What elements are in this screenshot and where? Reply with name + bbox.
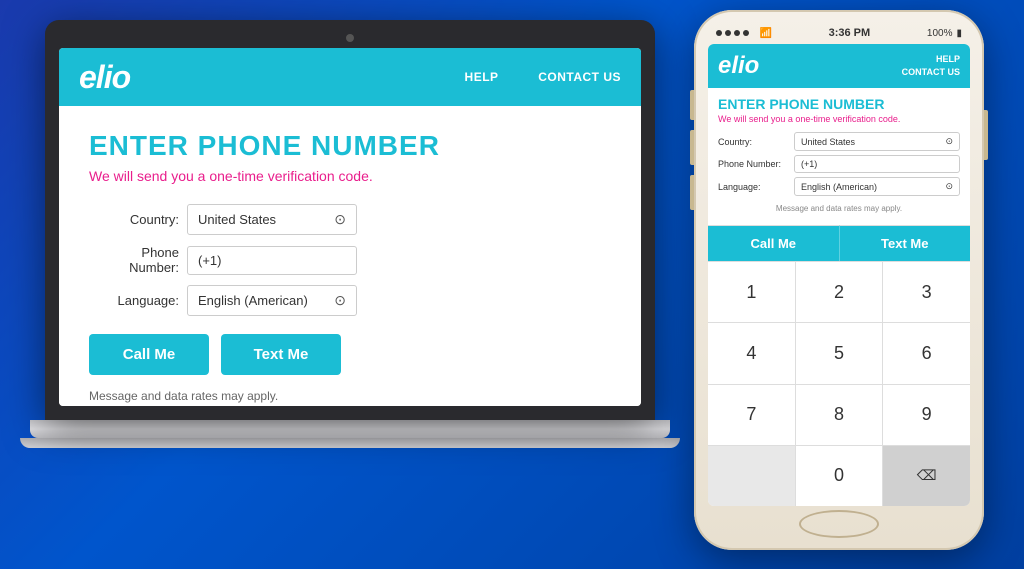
phone-heading: ENTER PHONE NUMBER: [718, 96, 960, 112]
laptop-help-link[interactable]: HELP: [465, 70, 499, 84]
keypad-delete[interactable]: ⌫: [883, 445, 970, 506]
phone-time: 3:36 PM: [829, 27, 871, 39]
keypad-empty: [708, 445, 796, 506]
phone-body: 📶 3:36 PM 100% ▮ elio HELP CONTACT US EN…: [694, 10, 984, 550]
laptop-body: elio HELP CONTACT US ENTER PHONE NUMBER …: [45, 20, 655, 420]
keypad-0[interactable]: 0: [796, 445, 884, 506]
keypad-row-3: 7 8 9: [708, 384, 970, 445]
phone-language-label: Language:: [718, 182, 790, 192]
phone-country-row: Country: United States ⊙: [718, 132, 960, 151]
phone-help-link[interactable]: HELP: [902, 53, 960, 66]
laptop-button-row: Call Me Text Me: [89, 334, 611, 375]
phone-navbar: elio HELP CONTACT US: [708, 44, 970, 88]
phone-side-btn-vol-down: [690, 175, 694, 210]
phone-contact-link[interactable]: CONTACT US: [902, 66, 960, 79]
laptop-language-input[interactable]: English (American): [187, 285, 357, 316]
phone-language-row: Language: English (American) ⊙: [718, 177, 960, 196]
phone: 📶 3:36 PM 100% ▮ elio HELP CONTACT US EN…: [694, 10, 984, 550]
keypad-5[interactable]: 5: [796, 322, 884, 383]
laptop-country-row: Country: United States: [89, 204, 611, 235]
phone-nav-links: HELP CONTACT US: [902, 53, 960, 78]
laptop-phone-input[interactable]: (+1): [187, 246, 357, 275]
phone-screen: elio HELP CONTACT US ENTER PHONE NUMBER …: [708, 44, 970, 506]
phone-side-btn-right: [984, 110, 988, 160]
keypad-8[interactable]: 8: [796, 384, 884, 445]
keypad-7[interactable]: 7: [708, 384, 796, 445]
signal-dot-4: [743, 30, 749, 36]
phone-disclaimer: Message and data rates may apply.: [718, 200, 960, 217]
phone-country-input[interactable]: United States ⊙: [794, 132, 960, 151]
laptop-phone-row: Phone Number: (+1): [89, 245, 611, 275]
laptop-heading: ENTER PHONE NUMBER: [89, 130, 611, 162]
battery-icon: ▮: [956, 28, 962, 39]
laptop-logo: elio: [79, 59, 130, 96]
laptop-navbar: elio HELP CONTACT US: [59, 48, 641, 106]
wifi-icon: 📶: [759, 28, 771, 39]
phone-text-button[interactable]: Text Me: [840, 225, 971, 261]
phone-phone-label: Phone Number:: [718, 159, 790, 169]
laptop-phone-label: Phone Number:: [89, 245, 179, 275]
phone-keypad: Call Me Text Me 1 2 3 4 5 6 7: [708, 225, 970, 506]
phone-signal-dots: 📶: [716, 24, 772, 42]
keypad-row-2: 4 5 6: [708, 322, 970, 383]
phone-language-input[interactable]: English (American) ⊙: [794, 177, 960, 196]
laptop-screen: elio HELP CONTACT US ENTER PHONE NUMBER …: [59, 48, 641, 406]
keypad-row-4: 0 ⌫: [708, 445, 970, 506]
phone-battery: 100% ▮: [927, 28, 962, 39]
phone-content: ENTER PHONE NUMBER We will send you a on…: [708, 88, 970, 225]
phone-logo: elio: [718, 52, 759, 80]
keypad-action-row: Call Me Text Me: [708, 225, 970, 261]
laptop-nav-links: HELP CONTACT US: [465, 70, 621, 84]
phone-subtitle: We will send you a one-time verification…: [718, 114, 960, 124]
keypad-3[interactable]: 3: [883, 261, 970, 322]
laptop-country-label: Country:: [89, 212, 179, 227]
phone-side-btn-mute: [690, 90, 694, 120]
laptop-subtitle: We will send you a one-time verification…: [89, 168, 611, 184]
phone-call-button[interactable]: Call Me: [708, 225, 840, 261]
laptop: elio HELP CONTACT US ENTER PHONE NUMBER …: [30, 20, 670, 510]
country-arrow-icon: ⊙: [945, 136, 953, 147]
language-arrow-icon: ⊙: [945, 181, 953, 192]
laptop-base: [30, 420, 670, 438]
laptop-camera: [346, 34, 354, 42]
laptop-call-button[interactable]: Call Me: [89, 334, 209, 375]
phone-side-btn-vol-up: [690, 130, 694, 165]
laptop-content: ENTER PHONE NUMBER We will send you a on…: [59, 106, 641, 406]
laptop-contact-link[interactable]: CONTACT US: [538, 70, 621, 84]
signal-dot-3: [734, 30, 740, 36]
phone-phone-row: Phone Number: (+1): [718, 155, 960, 173]
battery-pct: 100%: [927, 28, 953, 39]
keypad-4[interactable]: 4: [708, 322, 796, 383]
laptop-text-button[interactable]: Text Me: [221, 334, 341, 375]
laptop-disclaimer: Message and data rates may apply.: [89, 389, 611, 403]
keypad-row-1: 1 2 3: [708, 261, 970, 322]
laptop-language-row: Language: English (American): [89, 285, 611, 316]
keypad-1[interactable]: 1: [708, 261, 796, 322]
signal-dot-1: [716, 30, 722, 36]
laptop-language-label: Language:: [89, 293, 179, 308]
signal-dot-2: [725, 30, 731, 36]
phone-country-label: Country:: [718, 137, 790, 147]
keypad-9[interactable]: 9: [883, 384, 970, 445]
laptop-country-input[interactable]: United States: [187, 204, 357, 235]
phone-home-button[interactable]: [799, 510, 879, 538]
phone-phone-input[interactable]: (+1): [794, 155, 960, 173]
keypad-2[interactable]: 2: [796, 261, 884, 322]
laptop-bottom: [20, 438, 680, 448]
phone-status-bar: 📶 3:36 PM 100% ▮: [702, 22, 976, 44]
keypad-6[interactable]: 6: [883, 322, 970, 383]
